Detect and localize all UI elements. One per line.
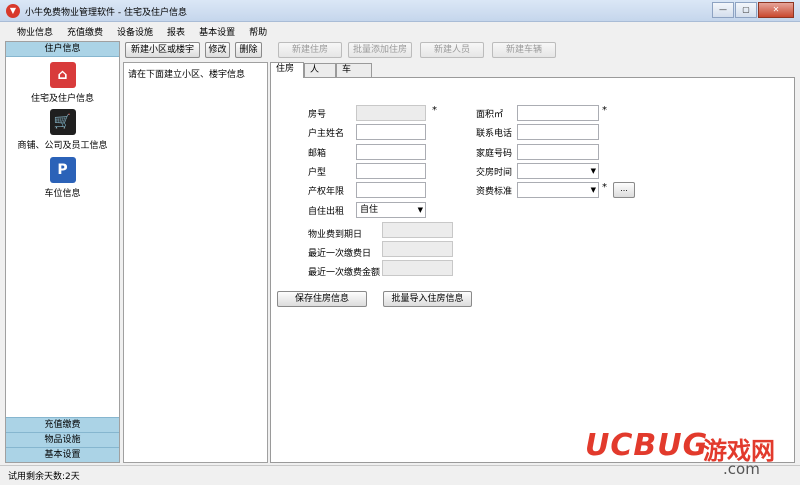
trial-days-status: 试用剩余天数:2天	[8, 472, 80, 482]
batch-add-house-button[interactable]: 批量添加住房	[348, 42, 412, 58]
required-mark: *	[602, 105, 607, 116]
house-type-label: 户型	[308, 168, 327, 178]
phone-input[interactable]	[517, 124, 599, 140]
self-or-rent-select[interactable]: 自住 ▼	[356, 202, 426, 218]
owner-name-label: 户主姓名	[308, 129, 345, 139]
menu-recharge[interactable]: 充值缴费	[60, 22, 110, 40]
area-input[interactable]	[517, 105, 599, 121]
edit-button[interactable]: 修改	[205, 42, 230, 58]
last-pay-amount-label: 最近一次缴费金额	[308, 268, 381, 278]
property-years-label: 产权年限	[308, 187, 345, 197]
sidebar-group-settings[interactable]: 基本设置	[6, 447, 119, 462]
house-type-input[interactable]	[356, 163, 426, 179]
tab-person[interactable]: 人	[304, 63, 336, 77]
community-tree-panel[interactable]: 请在下面建立小区、楼宇信息	[123, 62, 268, 463]
title-bar: ▼ 小牛免费物业管理软件 - 住宅及住户信息 — ▢ ✕	[0, 0, 800, 22]
sidebar-item-shops[interactable]: 🛒 商铺、公司及员工信息	[6, 109, 119, 151]
shopping-cart-icon: 🛒	[49, 109, 76, 135]
new-person-button[interactable]: 新建人员	[420, 42, 484, 58]
sidebar-item-parking[interactable]: P 车位信息	[6, 157, 119, 199]
sidebar-header[interactable]: 住户信息	[6, 42, 119, 57]
window-controls: — ▢ ✕	[712, 2, 794, 18]
house-icon: ⌂	[49, 62, 76, 88]
required-mark: *	[602, 182, 607, 193]
sidebar-item-label: 住宅及住户信息	[30, 94, 94, 104]
property-years-input[interactable]	[356, 182, 426, 198]
batch-import-house-button[interactable]: 批量导入住房信息	[383, 291, 472, 307]
house-form: 房号 * 户主姓名 邮箱 户型 产权年限 自住出租 自住 ▼ 物业费到期日 最近…	[270, 77, 795, 463]
handover-time-select[interactable]: ▼	[517, 163, 599, 179]
self-or-rent-label: 自住出租	[308, 207, 345, 217]
room-no-input[interactable]	[356, 105, 426, 121]
handover-time-label: 交房时间	[476, 168, 513, 178]
required-mark: *	[432, 105, 437, 116]
minimize-icon[interactable]: —	[712, 2, 734, 18]
fee-due-input[interactable]	[382, 222, 453, 238]
save-house-button[interactable]: 保存住房信息	[277, 291, 367, 307]
sidebar: 住户信息 ⌂ 住宅及住户信息 🛒 商铺、公司及员工信息 P 车位信息 充值缴费 …	[5, 41, 120, 463]
watermark-brand: UCBUG	[585, 428, 709, 463]
email-input[interactable]	[356, 144, 426, 160]
fee-standard-select[interactable]: ▼	[517, 182, 599, 198]
site-watermark: UCBUG 游戏网 .com	[585, 428, 795, 480]
new-vehicle-button[interactable]: 新建车辆	[492, 42, 556, 58]
last-pay-date-label: 最近一次缴费日	[308, 249, 372, 259]
home-phone-input[interactable]	[517, 144, 599, 160]
delete-button[interactable]: 删除	[235, 42, 262, 58]
close-icon[interactable]: ✕	[758, 2, 794, 18]
last-pay-amount-input[interactable]	[382, 260, 453, 276]
sidebar-bottom-groups: 充值缴费 物品设施 基本设置	[6, 417, 119, 462]
sidebar-group-recharge[interactable]: 充值缴费	[6, 417, 119, 432]
sidebar-group-facilities[interactable]: 物品设施	[6, 432, 119, 447]
sidebar-item-residence[interactable]: ⌂ 住宅及住户信息	[6, 62, 119, 104]
app-logo-icon: ▼	[6, 4, 20, 18]
menu-bar: 物业信息 充值缴费 设备设施 报表 基本设置 帮助	[0, 22, 800, 40]
sidebar-item-label: 车位信息	[44, 189, 81, 199]
new-house-button[interactable]: 新建住房	[278, 42, 342, 58]
self-or-rent-value: 自住	[360, 205, 379, 215]
menu-help[interactable]: 帮助	[242, 22, 274, 40]
tab-vehicle[interactable]: 车	[336, 63, 372, 77]
parking-icon: P	[49, 157, 76, 183]
tab-house[interactable]: 住房	[270, 62, 304, 78]
tree-hint-text: 请在下面建立小区、楼宇信息	[128, 70, 246, 80]
window-title: 小牛免费物业管理软件 - 住宅及住户信息	[25, 8, 187, 18]
fee-standard-browse-button[interactable]: ...	[613, 182, 635, 198]
dropdown-arrow-icon: ▼	[590, 167, 596, 175]
new-community-button[interactable]: 新建小区或楼宇	[125, 42, 200, 58]
room-no-label: 房号	[308, 110, 327, 120]
menu-facilities[interactable]: 设备设施	[110, 22, 160, 40]
dropdown-arrow-icon: ▼	[590, 186, 596, 194]
menu-basic-settings[interactable]: 基本设置	[192, 22, 242, 40]
dropdown-arrow-icon: ▼	[417, 206, 423, 214]
owner-name-input[interactable]	[356, 124, 426, 140]
last-pay-date-input[interactable]	[382, 241, 453, 257]
fee-due-label: 物业费到期日	[308, 230, 363, 240]
email-label: 邮箱	[308, 149, 327, 159]
area-label: 面积㎡	[476, 110, 504, 120]
watermark-domain: .com	[723, 460, 760, 478]
maximize-icon[interactable]: ▢	[735, 2, 757, 18]
sidebar-item-label: 商铺、公司及员工信息	[17, 141, 108, 151]
menu-property-info[interactable]: 物业信息	[10, 22, 60, 40]
home-phone-label: 家庭号码	[476, 149, 513, 159]
fee-standard-label: 资费标准	[476, 187, 513, 197]
menu-reports[interactable]: 报表	[160, 22, 192, 40]
phone-label: 联系电话	[476, 129, 513, 139]
